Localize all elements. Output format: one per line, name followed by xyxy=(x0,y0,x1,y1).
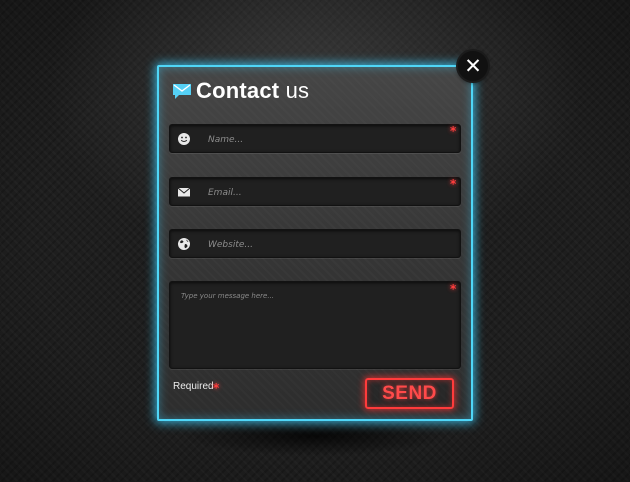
required-legend: Required xyxy=(173,381,214,392)
envelope-icon xyxy=(173,84,191,99)
email-required-marker: * xyxy=(450,177,457,191)
required-legend-marker: * xyxy=(213,381,220,395)
email-input[interactable] xyxy=(206,181,450,204)
name-field xyxy=(169,124,461,153)
message-textarea[interactable] xyxy=(179,290,453,366)
message-required-marker: * xyxy=(450,282,457,296)
title-bold: Contact xyxy=(196,78,280,103)
smiley-icon xyxy=(178,133,190,145)
email-field xyxy=(169,177,461,206)
title-rest: us xyxy=(279,78,310,103)
close-icon: ✕ xyxy=(464,54,482,78)
website-field xyxy=(169,229,461,258)
send-button[interactable]: SEND xyxy=(365,378,454,409)
globe-icon xyxy=(178,238,190,250)
name-input[interactable] xyxy=(206,128,450,151)
message-field xyxy=(169,281,461,369)
envelope-icon xyxy=(177,187,191,197)
name-required-marker: * xyxy=(450,124,457,138)
close-button[interactable]: ✕ xyxy=(458,51,488,81)
dialog-shadow xyxy=(180,416,450,456)
dialog-title: Contact us xyxy=(172,76,309,106)
website-input[interactable] xyxy=(206,233,450,256)
